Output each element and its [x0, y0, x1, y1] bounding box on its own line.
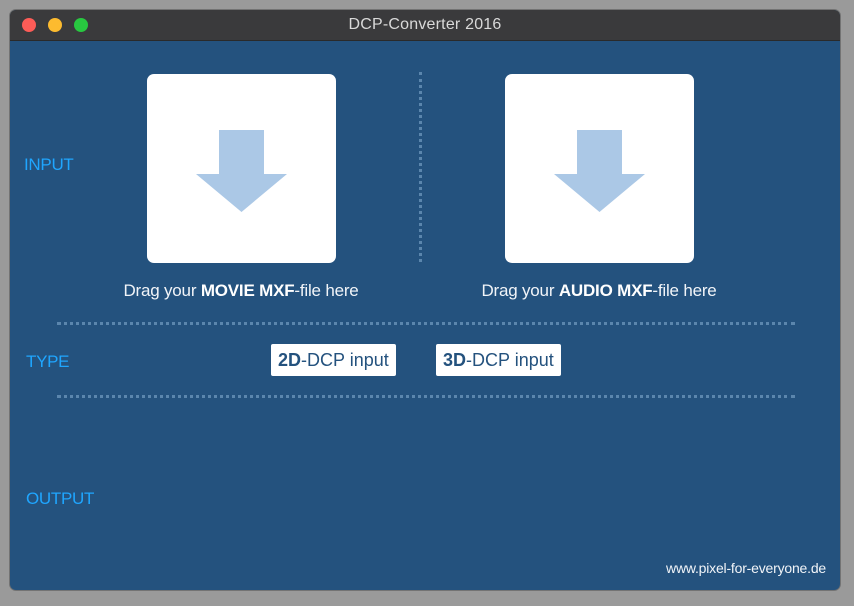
audio-caption-bold: AUDIO MXF [558, 281, 653, 300]
arrow-down-icon [554, 130, 645, 212]
2d-label-rest: -DCP input [301, 350, 389, 370]
website-link[interactable]: www.pixel-for-everyone.de [666, 560, 826, 576]
section-divider-bottom [57, 395, 795, 398]
movie-drop-caption: Drag your MOVIE MXF-file here [91, 281, 391, 301]
input-section-label: INPUT [24, 155, 74, 174]
input-divider [419, 72, 422, 262]
movie-caption-bold: MOVIE MXF [200, 281, 295, 300]
audio-drop-caption: Drag your AUDIO MXF-file here [449, 281, 749, 301]
app-window: DCP-Converter 2016 INPUT TYPE OUTPUT Dra… [10, 10, 840, 590]
title-bar[interactable]: DCP-Converter 2016 [10, 10, 840, 41]
movie-caption-suffix: -file here [294, 281, 359, 300]
3d-dcp-input-button[interactable]: 3D-DCP input [436, 344, 561, 376]
output-section-label: OUTPUT [26, 489, 95, 508]
movie-caption-prefix: Drag your [123, 281, 201, 300]
2d-label-bold: 2D [278, 350, 302, 370]
audio-caption-prefix: Drag your [481, 281, 559, 300]
type-section-label: TYPE [26, 352, 70, 371]
audio-mxf-drop-zone[interactable] [505, 74, 694, 263]
window-title: DCP-Converter 2016 [348, 16, 502, 33]
section-divider-top [57, 322, 795, 325]
movie-mxf-drop-zone[interactable] [147, 74, 336, 263]
3d-label-rest: -DCP input [466, 350, 554, 370]
audio-caption-suffix: -file here [652, 281, 717, 300]
2d-dcp-input-button[interactable]: 2D-DCP input [271, 344, 396, 376]
arrow-down-icon [196, 130, 287, 212]
3d-label-bold: 3D [443, 350, 467, 370]
